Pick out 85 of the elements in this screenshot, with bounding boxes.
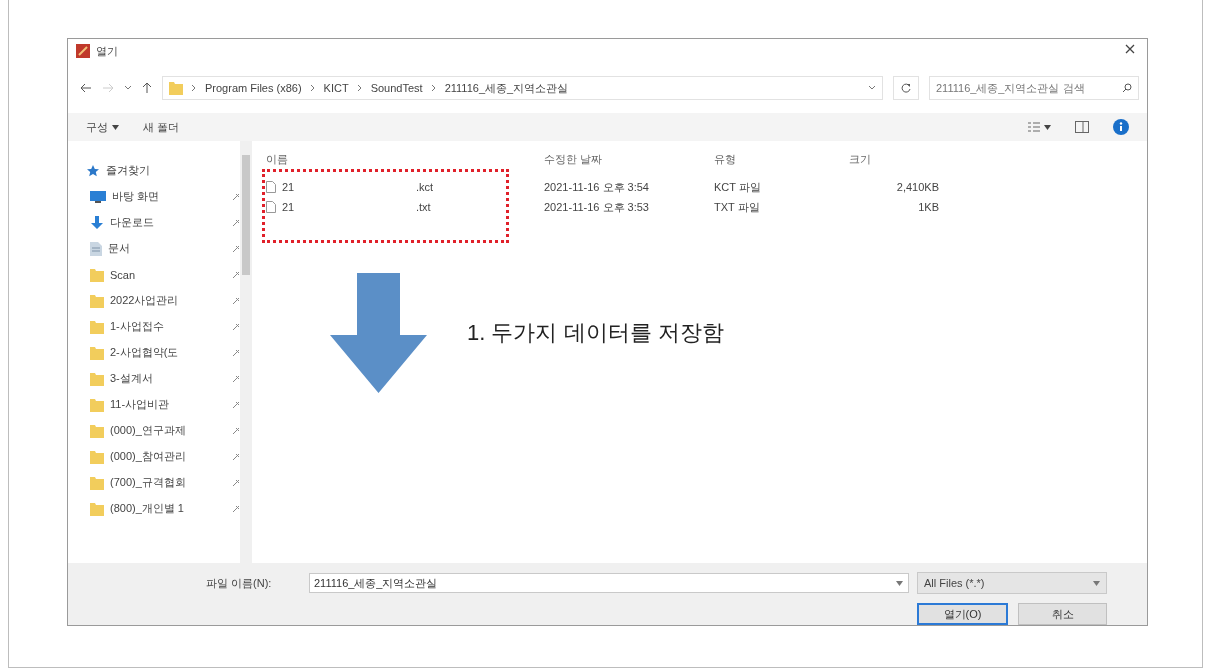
breadcrumb-item[interactable]: SoundTest	[370, 82, 423, 94]
sidebar-item[interactable]: 1-사업접수	[82, 317, 240, 336]
folder-icon	[90, 423, 104, 438]
open-button[interactable]: 열기(O)	[917, 603, 1008, 625]
file-row[interactable]: 21 .txt 2021-11-16 오후 3:53 TXT 파일 1KB	[266, 197, 1147, 217]
back-arrow-icon	[80, 83, 92, 93]
file-name: 21	[282, 181, 295, 193]
toolbar-button[interactable]: 새 폴더	[139, 117, 184, 137]
chevron-right-icon	[430, 84, 437, 92]
folder-icon	[90, 371, 104, 386]
file-type: TXT 파일	[714, 199, 761, 215]
window-title: 열기	[96, 43, 118, 59]
column-header[interactable]: 수정한 날짜	[544, 151, 714, 167]
file-type: KCT 파일	[714, 179, 762, 195]
monitor-icon	[90, 190, 106, 203]
address-bar[interactable]: Program Files (x86) KICT SoundTest 211116_세종_지역소관실	[162, 76, 883, 100]
chevron-right-icon	[191, 84, 197, 92]
caret-down-icon	[1093, 580, 1100, 586]
help-icon	[1113, 119, 1129, 135]
sidebar-item[interactable]: (700)_규격협회	[82, 473, 240, 492]
file-name: 21	[282, 201, 295, 213]
pane-icon	[1075, 121, 1089, 133]
folder-icon	[90, 345, 104, 360]
folder-icon	[90, 319, 104, 334]
search-field[interactable]: 211116_세종_지역소관실 검색	[929, 76, 1139, 100]
toolbar-button[interactable]: 구성	[82, 117, 123, 137]
file-type-dropdown[interactable]: All Files (*.*)	[917, 572, 1107, 594]
sidebar-item[interactable]: 바탕 화면	[82, 187, 240, 206]
breadcrumb-item[interactable]: KICT	[323, 82, 349, 94]
refresh-icon	[901, 83, 911, 93]
sidebar-item[interactable]: (800)_개인별 1	[82, 499, 240, 518]
folder-icon	[169, 81, 183, 95]
file-name-field[interactable]: 211116_세종_지역소관실	[309, 573, 909, 593]
column-header[interactable]: 이름	[266, 151, 416, 167]
chevron-right-icon	[309, 84, 316, 92]
sidebar-item[interactable]: 2-사업협약(도	[82, 343, 240, 362]
modified-date: 2021-11-16 오후 3:54	[544, 179, 650, 195]
sidebar-item[interactable]: 3-설계서	[82, 369, 240, 388]
caret-down-icon	[124, 85, 132, 91]
cancel-button[interactable]: 취소	[1018, 603, 1107, 625]
caret-down-icon	[1044, 124, 1051, 130]
document-icon	[90, 241, 102, 256]
scrollbar[interactable]	[240, 141, 252, 563]
annotation-text: 1. 두가지 데이터를 저장함	[467, 319, 724, 347]
folder-icon	[90, 267, 104, 282]
sidebar-item[interactable]: 다운로드	[82, 213, 240, 232]
file-size: 1KB	[917, 201, 939, 213]
folder-icon	[90, 501, 104, 516]
sidebar-item[interactable]: 즐겨찾기	[82, 161, 240, 180]
sidebar-item[interactable]: 11-사업비관	[82, 395, 240, 414]
sidebar-item[interactable]: Scan	[82, 265, 240, 284]
breadcrumb-item[interactable]: Program Files (x86)	[205, 82, 302, 94]
caret-down-icon	[112, 124, 119, 130]
sidebar-item[interactable]: 문서	[82, 239, 240, 258]
column-header[interactable]: 유형	[714, 151, 849, 167]
caret-down-icon	[868, 85, 876, 91]
folder-icon	[90, 449, 104, 464]
folder-icon	[90, 293, 104, 308]
caret-down-icon	[896, 581, 903, 586]
file-name-label: 파일 이름(N):	[206, 575, 273, 591]
file-icon	[266, 201, 276, 213]
forward-arrow-icon	[102, 83, 114, 93]
refresh-button[interactable]	[893, 76, 919, 100]
breadcrumb-item[interactable]: 211116_세종_지역소관실	[444, 80, 569, 96]
file-icon	[266, 181, 276, 193]
file-size: 2,410KB	[895, 181, 939, 193]
list-view-icon	[1028, 122, 1040, 132]
star-icon	[86, 163, 100, 178]
close-icon	[1125, 44, 1135, 54]
sidebar-item[interactable]: (000)_연구과제	[82, 421, 240, 440]
sidebar-item[interactable]: (000)_참여관리	[82, 447, 240, 466]
file-extension: .txt	[416, 201, 432, 213]
down-arrow-icon	[330, 273, 427, 393]
app-icon	[76, 44, 90, 58]
sidebar-item[interactable]: 2022사업관리	[82, 291, 240, 310]
file-extension: .kct	[416, 181, 435, 193]
modified-date: 2021-11-16 오후 3:53	[544, 199, 650, 215]
file-row[interactable]: 21 .kct 2021-11-16 오후 3:54 KCT 파일 2,410KB	[266, 177, 1147, 197]
chevron-right-icon	[356, 84, 363, 92]
folder-icon	[90, 475, 104, 490]
up-arrow-icon	[142, 82, 152, 94]
down-arrow-icon	[90, 215, 104, 230]
search-icon	[1122, 83, 1132, 93]
column-header[interactable]: 크기	[849, 151, 939, 167]
folder-icon	[90, 397, 104, 412]
